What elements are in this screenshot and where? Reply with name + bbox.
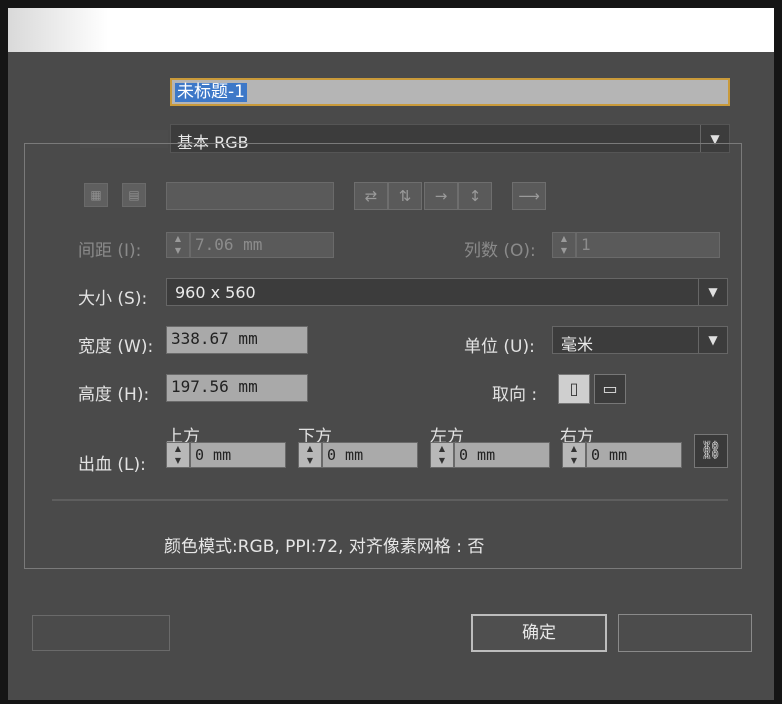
units-label: 单位 (U): bbox=[464, 337, 535, 357]
bleed-top-stepper[interactable]: ▲ ▼ bbox=[166, 442, 190, 468]
spacing-input[interactable]: 7.06 mm bbox=[190, 232, 334, 258]
artboard-count-icon: ▤ bbox=[122, 183, 146, 207]
spacing-stepper[interactable]: ▲ ▼ bbox=[166, 232, 190, 258]
artboard-icon: ▦ bbox=[84, 183, 108, 207]
bleed-label: 出血 (L): bbox=[78, 455, 146, 475]
grid-by-row-icon[interactable]: ⇄ bbox=[354, 182, 388, 210]
width-label: 宽度 (W): bbox=[78, 337, 154, 357]
landscape-icon[interactable]: ▭ bbox=[594, 374, 626, 404]
portrait-icon[interactable]: ▯ bbox=[558, 374, 590, 404]
bleed-bottom-stepper[interactable]: ▲ ▼ bbox=[298, 442, 322, 468]
height-label: 高度 (H): bbox=[78, 385, 150, 405]
ok-button[interactable]: 确定 bbox=[471, 614, 607, 652]
bleed-bottom-input[interactable]: 0 mm bbox=[322, 442, 418, 468]
artboard-count-input[interactable] bbox=[166, 182, 334, 210]
arrange-by-column-icon[interactable]: ↕ bbox=[458, 182, 492, 210]
chain-link-icon[interactable]: ⛓ bbox=[694, 434, 728, 468]
columns-input[interactable]: 1 bbox=[576, 232, 720, 258]
height-input[interactable]: 197.56 mm bbox=[166, 374, 308, 402]
units-value: 毫米 bbox=[561, 335, 594, 354]
chevron-down-icon[interactable]: ▼ bbox=[698, 279, 727, 305]
advanced-divider[interactable] bbox=[52, 499, 728, 501]
units-dropdown[interactable]: 毫米 ▼ bbox=[552, 326, 728, 354]
orientation-label: 取向 : bbox=[492, 385, 538, 405]
document-name-input[interactable]: 未标题-1 bbox=[170, 78, 730, 106]
bleed-top-input[interactable]: 0 mm bbox=[190, 442, 286, 468]
titlebar-shade bbox=[8, 8, 108, 52]
chevron-down-icon[interactable]: ▼ bbox=[698, 327, 727, 353]
document-name-text: 未标题-1 bbox=[175, 82, 247, 102]
bleed-left-stepper[interactable]: ▲ ▼ bbox=[430, 442, 454, 468]
columns-label: 列数 (O): bbox=[464, 241, 536, 261]
bleed-left-input[interactable]: 0 mm bbox=[454, 442, 550, 468]
document-info-text: 颜色模式:RGB, PPI:72, 对齐像素网格 : 否 bbox=[164, 537, 485, 557]
templates-button[interactable] bbox=[32, 615, 170, 651]
grid-by-column-icon[interactable]: ⇅ bbox=[388, 182, 422, 210]
arrange-by-row-icon[interactable]: → bbox=[424, 182, 458, 210]
size-dropdown[interactable]: 960 x 560 ▼ bbox=[166, 278, 728, 306]
size-value: 960 x 560 bbox=[175, 283, 256, 302]
size-label: 大小 (S): bbox=[78, 289, 148, 309]
cancel-button[interactable] bbox=[618, 614, 752, 652]
width-input[interactable]: 338.67 mm bbox=[166, 326, 308, 354]
bleed-right-input[interactable]: 0 mm bbox=[586, 442, 682, 468]
bleed-right-stepper[interactable]: ▲ ▼ bbox=[562, 442, 586, 468]
columns-stepper[interactable]: ▲ ▼ bbox=[552, 232, 576, 258]
right-to-left-arrow-icon[interactable]: ⟶ bbox=[512, 182, 546, 210]
dialog-titlebar bbox=[8, 8, 774, 52]
spacing-label: 间距 (I): bbox=[78, 241, 142, 261]
